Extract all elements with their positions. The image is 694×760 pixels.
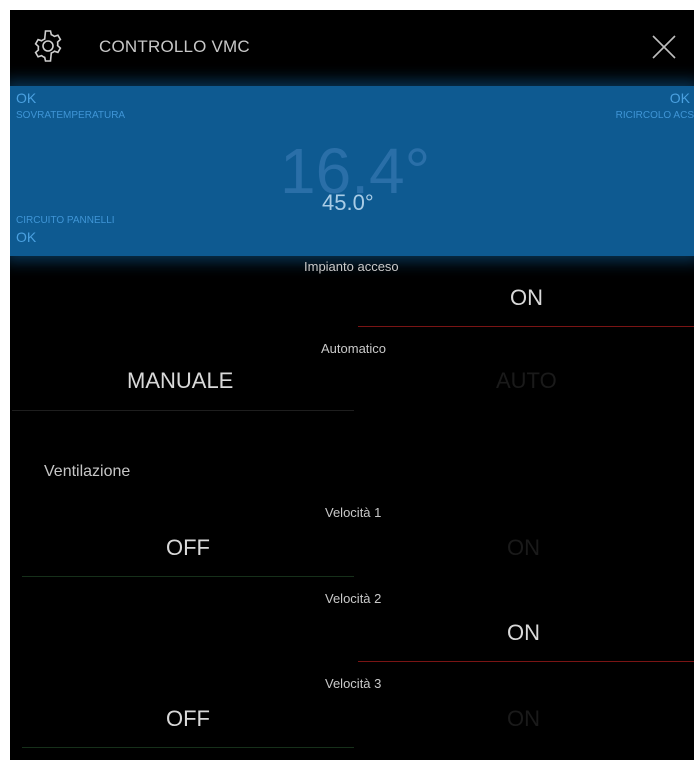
status-panel: OK SOVRATEMPERATURA OK RICIRCOLO ACS 16.… [10, 86, 694, 256]
velocita3-on-button[interactable]: ON [507, 706, 540, 732]
velocita1-on-button[interactable]: ON [507, 535, 540, 561]
velocita3-underline [22, 747, 354, 748]
ricircolo-acs-label: RICIRCOLO ACS [615, 110, 694, 121]
page-title: CONTROLLO VMC [99, 37, 250, 56]
circuito-pannelli-value: OK [16, 229, 37, 245]
app-panel: CONTROLLO VMC OK SOVRATEMPERATURA OK RIC… [10, 10, 694, 760]
manuale-button[interactable]: MANUALE [127, 368, 233, 394]
impianto-on-underline [358, 326, 694, 327]
velocita3-label: Velocità 3 [325, 676, 382, 691]
automatico-label: Automatico [321, 341, 387, 356]
velocita2-label: Velocità 2 [325, 591, 382, 606]
close-icon[interactable] [651, 34, 677, 60]
header-bar: CONTROLLO VMC [10, 10, 694, 84]
sovratemperatura-label: SOVRATEMPERATURA [16, 110, 126, 121]
velocita3-off-button[interactable]: OFF [166, 706, 210, 732]
velocita2-underline [358, 661, 694, 662]
velocita1-underline [22, 576, 354, 577]
circuito-pannelli-label: CIRCUITO PANNELLI [16, 215, 115, 226]
sovratemperatura-value: OK [16, 90, 37, 106]
setpoint-readout: 45.0° [322, 190, 374, 215]
gear-icon[interactable] [30, 28, 66, 64]
ricircolo-acs-value: OK [669, 90, 690, 106]
velocita1-label: Velocità 1 [325, 505, 382, 520]
velocita1-off-button[interactable]: OFF [166, 535, 210, 561]
auto-button[interactable]: AUTO [496, 368, 557, 394]
impianto-label: Impianto acceso [304, 259, 399, 274]
velocita2-on-button[interactable]: ON [507, 620, 540, 646]
manuale-underline [12, 410, 354, 411]
impianto-on-button[interactable]: ON [510, 285, 543, 311]
ventilazione-heading: Ventilazione [44, 463, 131, 480]
